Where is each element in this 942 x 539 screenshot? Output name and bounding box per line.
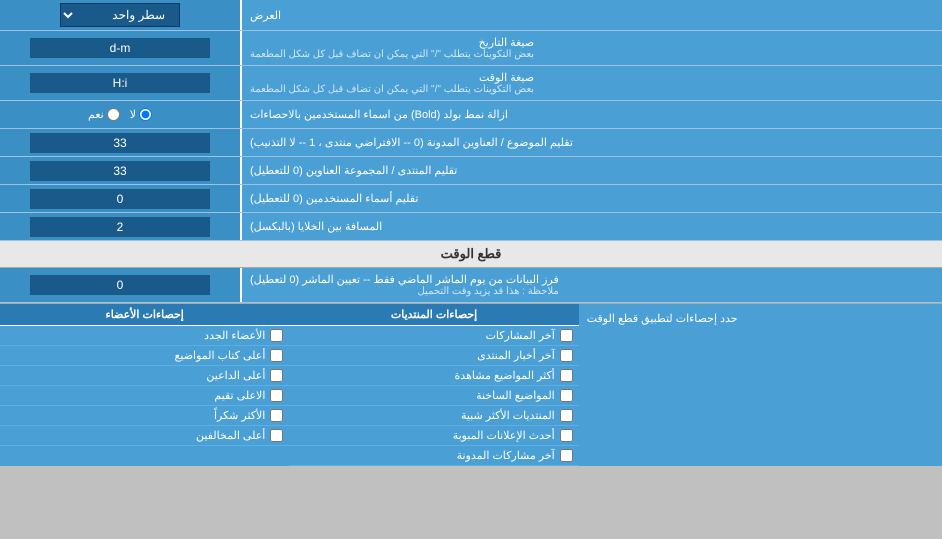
row-users-trim: تقليم أسماء المستخدمين (0 للتعطيل) 0 (0, 185, 942, 213)
checkbox-ads-input[interactable] (560, 429, 573, 442)
main-container: العرض سطر واحد صيغة التاريخ بعض التكوينا… (0, 0, 942, 466)
forum-trim-input[interactable]: 33 (30, 161, 210, 181)
input-date-format[interactable]: d-m (0, 31, 240, 65)
checkbox-new-members[interactable]: الأعضاء الجدد (0, 326, 289, 346)
members-stats-header: إحصاءات الأعضاء (0, 304, 289, 326)
posts-stats-header: إحصاءات المنتديات (289, 304, 578, 326)
checkbox-top-inviters-input[interactable] (270, 369, 283, 382)
checkbox-top-writers-input[interactable] (270, 349, 283, 362)
input-عرض[interactable]: سطر واحد (0, 0, 240, 30)
bold-yes-label[interactable]: نعم (88, 108, 120, 121)
input-users-trim[interactable]: 0 (0, 185, 240, 212)
row-date-format: صيغة التاريخ بعض التكوينات يتطلب "/" الت… (0, 31, 942, 66)
checkbox-most-viewed[interactable]: أكثر المواضيع مشاهدة (289, 366, 578, 386)
input-time-format[interactable]: H:i (0, 66, 240, 100)
checkbox-hot-topics-input[interactable] (560, 389, 573, 402)
label-date-format: صيغة التاريخ بعض التكوينات يتطلب "/" الت… (240, 31, 942, 65)
input-bold[interactable]: لا نعم (0, 101, 240, 128)
input-spacing[interactable]: 2 (0, 213, 240, 240)
label-topics-trim: تقليم الموضوع / العناوين المدونة (0 -- ا… (240, 129, 942, 156)
checkbox-last-posts[interactable]: آخر المشاركات (289, 326, 578, 346)
row-topics-trim: تقليم الموضوع / العناوين المدونة (0 -- ا… (0, 129, 942, 157)
checkbox-top-violators[interactable]: أعلى المخالفين (0, 426, 289, 446)
checkbox-most-thanks[interactable]: الأكثر شكراً (0, 406, 289, 426)
checkbox-ads[interactable]: أحدث الإعلانات المبوبة (289, 426, 578, 446)
input-topics-trim[interactable]: 33 (0, 129, 240, 156)
users-trim-input[interactable]: 0 (30, 189, 210, 209)
time-cut-input[interactable]: 0 (30, 275, 210, 295)
checkbox-top-rated-input[interactable] (270, 389, 283, 402)
label-spacing: المسافة بين الخلايا (بالبكسل) (240, 213, 942, 240)
عرض-select[interactable]: سطر واحد (60, 3, 180, 27)
time-format-input[interactable]: H:i (30, 73, 210, 93)
input-forum-trim[interactable]: 33 (0, 157, 240, 184)
stats-apply-label-col: حدد إحصاءات لتطبيق قطع الوقت (579, 304, 942, 466)
checkbox-blog-posts[interactable]: آخر مشاركات المدونة (289, 446, 578, 466)
bold-no-label[interactable]: لا (130, 108, 152, 121)
row-bold: ازالة نمط بولد (Bold) من اسماء المستخدمي… (0, 101, 942, 129)
topics-trim-input[interactable]: 33 (30, 133, 210, 153)
label-time-format: صيغة الوقت بعض التكوينات يتطلب "/" التي … (240, 66, 942, 100)
label-time-cut: فرز البيانات من يوم الماشر الماضي فقط --… (240, 268, 942, 302)
bottom-section: حدد إحصاءات لتطبيق قطع الوقت إحصاءات الم… (0, 303, 942, 466)
label-users-trim: تقليم أسماء المستخدمين (0 للتعطيل) (240, 185, 942, 212)
date-format-input[interactable]: d-m (30, 38, 210, 58)
row-time-cut: فرز البيانات من يوم الماشر الماضي فقط --… (0, 268, 942, 303)
label-bold: ازالة نمط بولد (Bold) من اسماء المستخدمي… (240, 101, 942, 128)
checkbox-new-members-input[interactable] (270, 329, 283, 342)
posts-stats-col: إحصاءات المنتديات آخر المشاركات آخر أخبا… (289, 304, 578, 466)
bold-radio-group: لا نعم (88, 108, 152, 121)
label-عرض: العرض (240, 0, 942, 30)
checkbox-last-posts-input[interactable] (560, 329, 573, 342)
checkbox-most-viewed-input[interactable] (560, 369, 573, 382)
bold-no-radio[interactable] (139, 108, 152, 121)
checkbox-top-writers[interactable]: أعلى كتاب المواضيع (0, 346, 289, 366)
row-عرض: العرض سطر واحد (0, 0, 942, 31)
label-forum-trim: تقليم المنتدى / المجموعة العناوين (0 للت… (240, 157, 942, 184)
section-time-cut-header: قطع الوقت (0, 241, 942, 268)
checkbox-forum-news[interactable]: آخر أخبار المنتدى (289, 346, 578, 366)
row-time-format: صيغة الوقت بعض التكوينات يتطلب "/" التي … (0, 66, 942, 101)
bold-yes-radio[interactable] (107, 108, 120, 121)
checkbox-top-rated[interactable]: الاعلى تقيم (0, 386, 289, 406)
checkbox-most-thanks-input[interactable] (270, 409, 283, 422)
row-spacing: المسافة بين الخلايا (بالبكسل) 2 (0, 213, 942, 241)
checkbox-forum-news-input[interactable] (560, 349, 573, 362)
checkbox-top-violators-input[interactable] (270, 429, 283, 442)
input-time-cut[interactable]: 0 (0, 268, 240, 302)
spacing-input[interactable]: 2 (30, 217, 210, 237)
checkbox-hot-topics[interactable]: المواضيع الساخنة (289, 386, 578, 406)
checkbox-top-inviters[interactable]: أعلى الداعين (0, 366, 289, 386)
members-stats-col: إحصاءات الأعضاء الأعضاء الجدد أعلى كتاب … (0, 304, 289, 466)
checkbox-most-similar-input[interactable] (560, 409, 573, 422)
checkbox-blog-posts-input[interactable] (560, 449, 573, 462)
checkbox-most-similar[interactable]: المنتديات الأكثر شبية (289, 406, 578, 426)
row-forum-trim: تقليم المنتدى / المجموعة العناوين (0 للت… (0, 157, 942, 185)
